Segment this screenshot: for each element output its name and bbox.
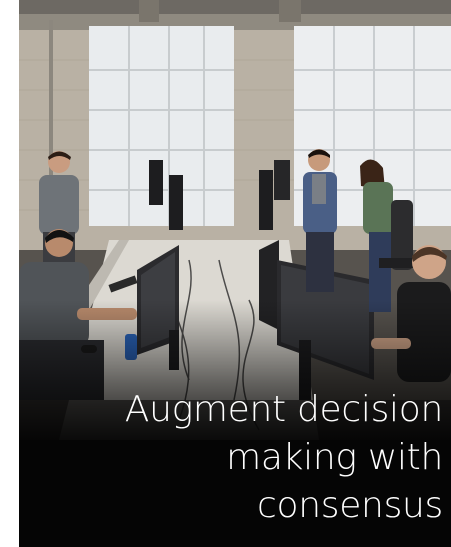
feature-tile[interactable]: Augment decision making with consensus (19, 0, 451, 547)
headline-line-3: consensus (257, 485, 443, 526)
tile-headline: Augment decision making with consensus (23, 386, 444, 530)
headline-line-1: Augment decision (124, 389, 444, 430)
headline-line-2: making with (226, 437, 443, 478)
